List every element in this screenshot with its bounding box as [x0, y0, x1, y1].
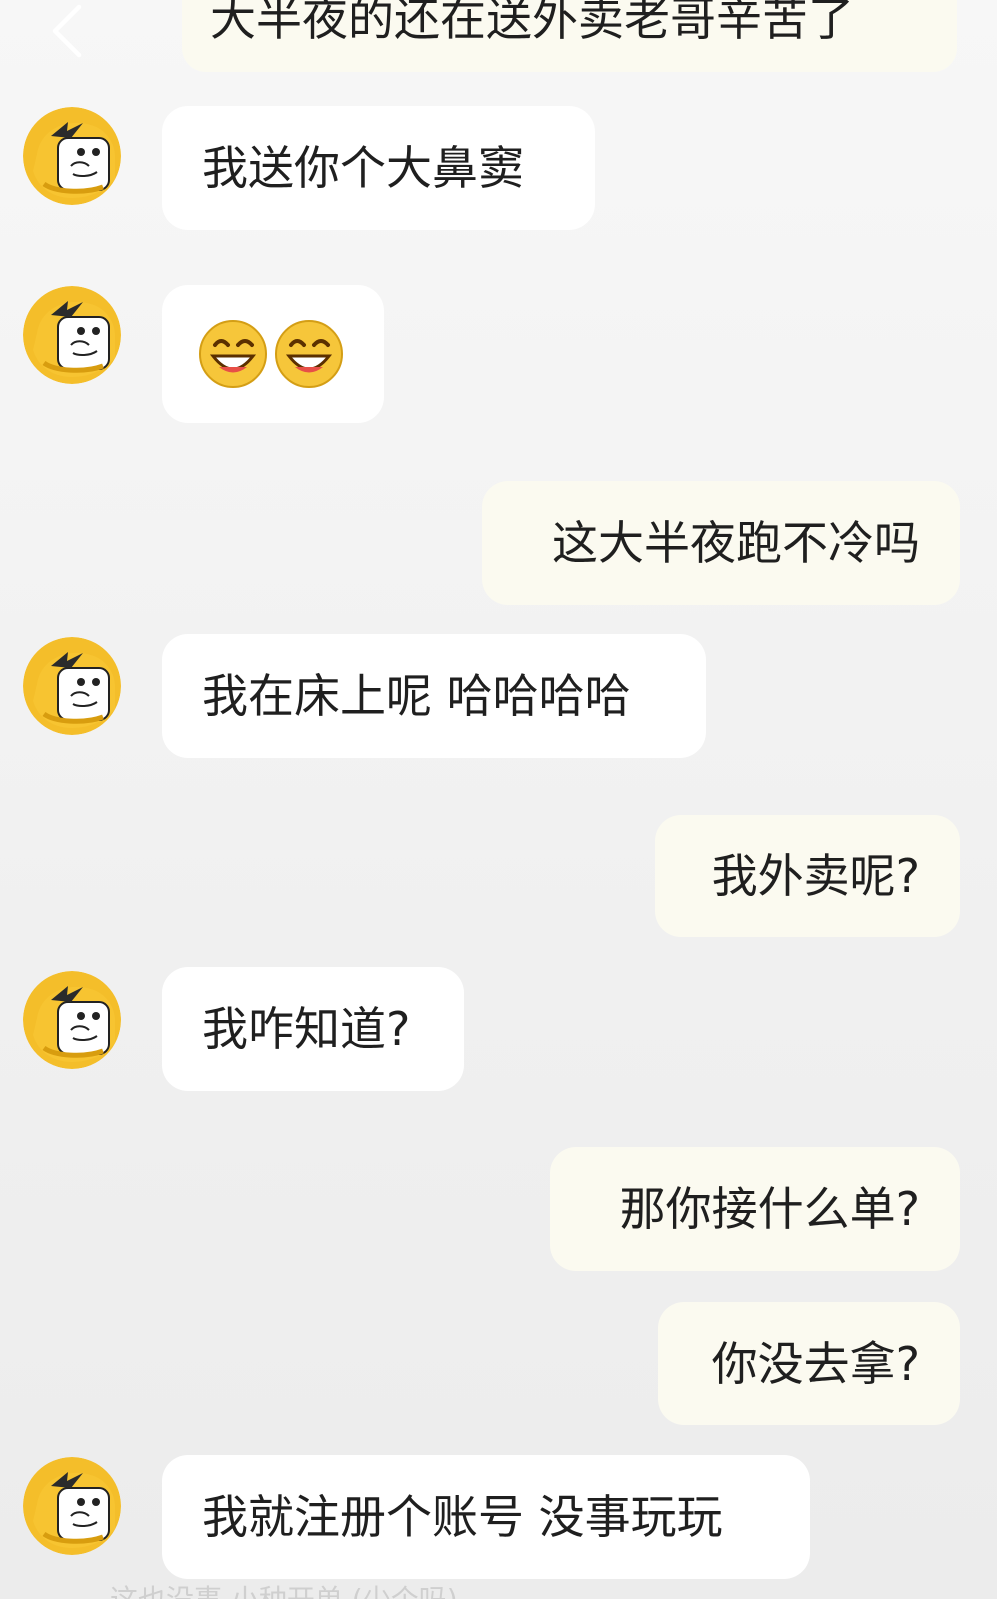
message-bubble-right: 这大半夜跑不冷吗 [482, 481, 960, 605]
message-bubble-top: 大半夜的还在送外卖老哥辛苦了 [182, 0, 957, 72]
message-bubble-right: 那你接什么单? [550, 1147, 960, 1271]
message-text: 我外卖呢? [711, 849, 920, 903]
message-text: 我送你个大鼻窦 [202, 141, 524, 195]
message-text: 我在床上呢 哈哈哈哈 [202, 669, 631, 723]
message-text: 大半夜的还在送外卖老哥辛苦了 [210, 0, 854, 46]
message-text: 那你接什么单? [619, 1182, 920, 1236]
message-text: 这大半夜跑不冷吗 [552, 516, 920, 570]
message-bubble-left: 我在床上呢 哈哈哈哈 [162, 634, 706, 758]
chevron-left-icon [52, 4, 82, 58]
message-text: 我就注册个账号 没事玩玩 [202, 1490, 723, 1544]
message-bubble-right: 我外卖呢? [655, 815, 960, 937]
avatar[interactable] [23, 107, 121, 205]
message-text: 你没去拿? [711, 1336, 920, 1391]
avatar[interactable] [23, 286, 121, 384]
grinning-face-icon [199, 320, 267, 388]
avatar[interactable] [23, 1457, 121, 1555]
avatar-icon [23, 1457, 121, 1555]
message-bubble-left [162, 285, 384, 423]
back-button[interactable] [38, 2, 96, 60]
grinning-face-icon [275, 320, 343, 388]
emoji-group [197, 318, 345, 390]
message-bubble-left: 我就注册个账号 没事玩玩 [162, 1455, 810, 1579]
message-bubble-left: 我咋知道? [162, 967, 464, 1091]
avatar-icon [23, 637, 121, 735]
avatar[interactable] [23, 971, 121, 1069]
avatar-icon [23, 971, 121, 1069]
avatar-icon [23, 286, 121, 384]
chat-screen: 大半夜的还在送外卖老哥辛苦了 我送你个大鼻窦 这大半夜跑不冷吗 我在床上呢 哈哈… [0, 0, 997, 1599]
footer-faint-text: 这也没事 小种开单 (少个吗) [110, 1578, 458, 1599]
message-bubble-left: 我送你个大鼻窦 [162, 106, 595, 230]
avatar-icon [23, 107, 121, 205]
message-bubble-right: 你没去拿? [658, 1302, 960, 1425]
avatar[interactable] [23, 637, 121, 735]
message-text: 我咋知道? [202, 1002, 411, 1056]
